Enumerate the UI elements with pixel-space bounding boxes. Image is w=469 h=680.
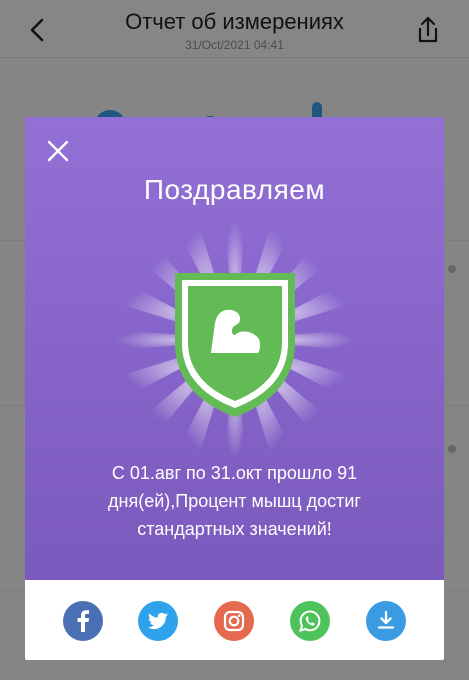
congratulations-dialog: Поздравляем С 01.авг по 31.окт прошло 91… — [25, 117, 444, 660]
message-line: дня(ей),Процент мышц достиг — [108, 491, 361, 511]
dialog-title: Поздравляем — [143, 174, 326, 205]
share-twitter-button[interactable] — [138, 601, 178, 641]
share-whatsapp-button[interactable] — [290, 601, 330, 641]
twitter-icon — [147, 612, 168, 630]
close-icon — [47, 140, 69, 162]
dialog-body: Поздравляем С 01.авг по 31.окт прошло 91… — [25, 117, 444, 580]
save-image-button[interactable] — [366, 601, 406, 641]
share-instagram-button[interactable] — [214, 601, 254, 641]
whatsapp-icon — [298, 610, 321, 633]
congratulations-message: С 01.авг по 31.окт прошло 91 дня(ей),Про… — [55, 459, 414, 543]
download-icon — [377, 610, 395, 629]
close-button[interactable] — [44, 137, 72, 165]
share-bar — [25, 580, 444, 660]
facebook-icon — [77, 610, 89, 632]
instagram-icon — [223, 610, 245, 632]
muscle-badge-icon — [115, 220, 355, 455]
message-line: стандартных значений! — [137, 519, 332, 539]
message-line: С 01.авг по 31.окт прошло 91 — [111, 463, 358, 483]
share-facebook-button[interactable] — [63, 601, 103, 641]
